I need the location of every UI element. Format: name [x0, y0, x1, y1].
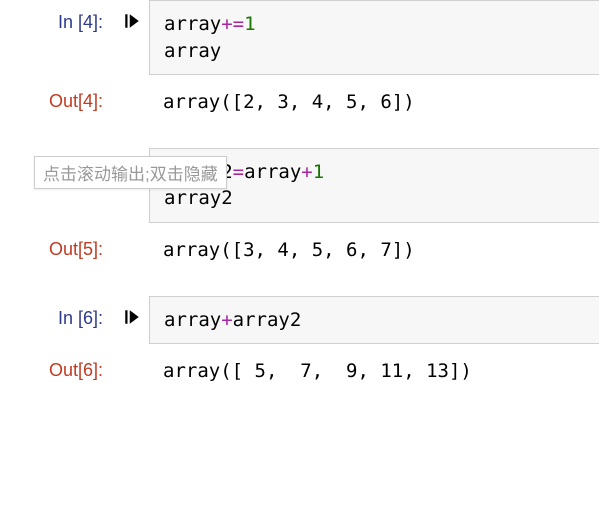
output-text: array([3, 4, 5, 6, 7]) — [149, 227, 599, 274]
scroll-output-tooltip: 点击滚动输出;双击隐藏 — [34, 156, 227, 189]
run-cell-icon[interactable] — [123, 308, 141, 326]
run-cell-icon[interactable] — [123, 12, 141, 30]
code-number: 1 — [313, 161, 324, 183]
out-prompt: Out[4]: — [0, 79, 115, 112]
out-prompt: Out[5]: — [0, 227, 115, 260]
input-row: In [4]: array+=1 array — [0, 0, 599, 75]
code-number: 1 — [244, 13, 255, 35]
code-operator: + — [301, 161, 312, 183]
output-row: Out[6]: array([ 5, 7, 9, 11, 13]) — [0, 348, 599, 395]
code-token: array — [164, 13, 221, 35]
in-prompt: In [4]: — [0, 0, 115, 33]
code-operator: + — [221, 309, 232, 331]
code-input-area[interactable]: array+=1 array — [149, 0, 599, 75]
code-token: array — [244, 161, 301, 183]
in-prompt: In [6]: — [0, 296, 115, 329]
code-token: array — [164, 309, 221, 331]
input-row: In [6]: array+array2 — [0, 296, 599, 345]
code-operator: = — [233, 161, 244, 183]
code-input-area[interactable]: array+array2 — [149, 296, 599, 345]
code-operator: += — [221, 13, 244, 35]
output-text: array([ 5, 7, 9, 11, 13]) — [149, 348, 599, 395]
code-token: array2 — [233, 309, 302, 331]
out-prompt: Out[6]: — [0, 348, 115, 381]
output-row: Out[5]: array([3, 4, 5, 6, 7]) — [0, 227, 599, 274]
notebook-cell: In [4]: array+=1 array Out[4]: array([2,… — [0, 0, 599, 126]
code-token: array2 — [164, 187, 233, 209]
output-row: Out[4]: array([2, 3, 4, 5, 6]) — [0, 79, 599, 126]
code-token: array — [164, 40, 221, 62]
notebook-cell: In [6]: array+array2 Out[6]: array([ 5, … — [0, 296, 599, 395]
output-text: array([2, 3, 4, 5, 6]) — [149, 79, 599, 126]
